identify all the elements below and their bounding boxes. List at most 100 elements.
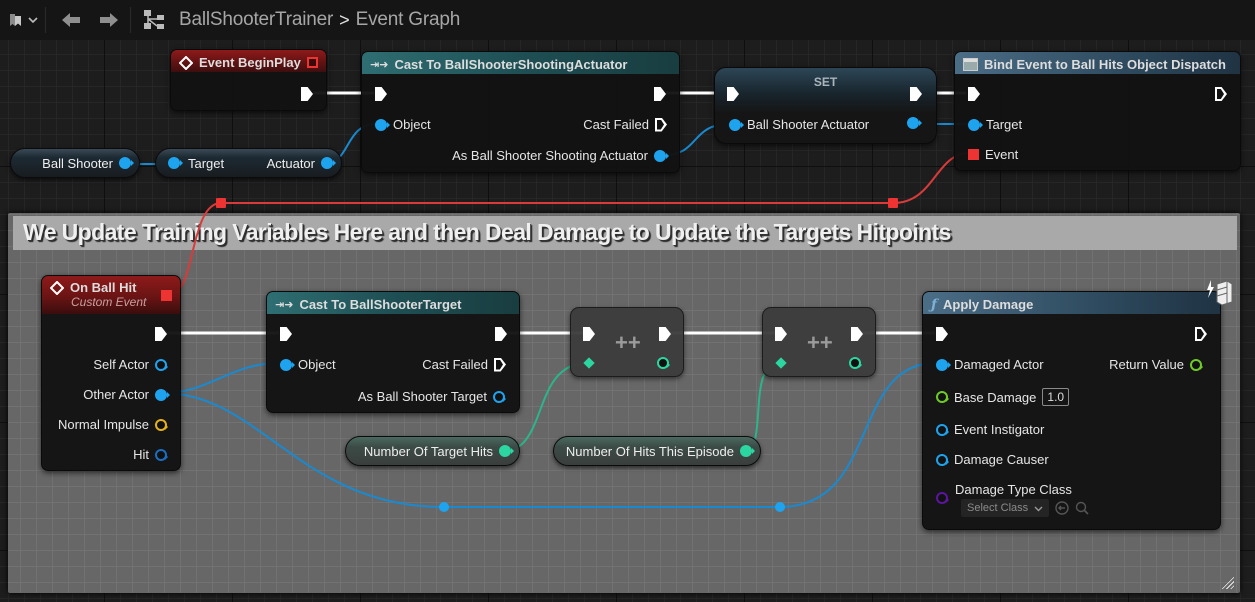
comment-title[interactable]: We Update Training Variables Here and th… [13, 216, 1237, 250]
increment-node[interactable]: ++ [570, 307, 684, 377]
number-of-target-hits-variable[interactable]: Number Of Target Hits [345, 436, 520, 466]
use-selected-icon[interactable] [1055, 501, 1069, 515]
value-out-pin[interactable] [907, 117, 922, 129]
resize-handle[interactable] [1220, 575, 1234, 589]
node-title: Event BeginPlay [199, 55, 301, 70]
exec-out-pin[interactable] [301, 87, 313, 101]
apply-damage-node[interactable]: ƒ Apply Damage Damaged Actor Return Valu… [922, 291, 1221, 530]
pin-label: Event Instigator [954, 422, 1045, 437]
base-damage-pin[interactable] [936, 391, 949, 403]
cast-failed-pin[interactable] [494, 358, 506, 372]
pin-label: Object [298, 357, 336, 372]
variable-label: Number Of Target Hits [363, 443, 493, 459]
breadcrumb-blueprint[interactable]: BallShooterTrainer [179, 9, 333, 31]
pin-label: Damaged Actor [954, 357, 1044, 372]
int-in-pin[interactable] [583, 357, 595, 369]
event-delegate-pin[interactable] [968, 149, 979, 160]
hit-pin[interactable] [155, 448, 168, 461]
ball-shooter-variable[interactable]: Ball Shooter [10, 148, 140, 178]
as-target-out-pin[interactable] [493, 390, 506, 403]
pin-label: Ball Shooter Actuator [747, 117, 870, 132]
event-beginplay-node[interactable]: Event BeginPlay [170, 49, 327, 111]
base-damage-input[interactable]: 1.0 [1042, 388, 1070, 406]
node-title: Apply Damage [943, 297, 1034, 312]
self-actor-pin[interactable] [155, 358, 168, 371]
exec-out-pin[interactable] [1195, 327, 1207, 341]
damaged-actor-pin[interactable] [936, 358, 951, 371]
function-icon: ƒ [931, 296, 938, 313]
search-icon[interactable] [1075, 501, 1089, 515]
pin-label: Normal Impulse [57, 417, 149, 432]
exec-in-pin[interactable] [280, 327, 292, 341]
object-in-pin[interactable] [375, 118, 390, 131]
pin-label: Damage Causer [954, 452, 1049, 467]
forward-button[interactable] [98, 11, 120, 29]
bookmark-button[interactable] [8, 12, 39, 28]
arrow-right-icon [100, 13, 118, 27]
exec-in-pin[interactable] [936, 327, 948, 341]
exec-in-pin[interactable] [375, 87, 387, 101]
divider [45, 7, 46, 33]
node-header: On Ball Hit Custom Event [42, 276, 180, 314]
exec-out-pin[interactable] [659, 327, 671, 341]
value-in-pin[interactable] [729, 118, 744, 131]
pin-label: Return Value [1109, 357, 1184, 372]
object-in-pin[interactable] [280, 358, 295, 371]
reroute-knot-delegate[interactable] [888, 198, 898, 208]
bind-event-node[interactable]: Bind Event to Ball Hits Object Dispatch … [954, 51, 1241, 171]
set-node[interactable]: SET Ball Shooter Actuator [714, 67, 937, 144]
breadcrumb-graph[interactable]: Event Graph [356, 9, 461, 31]
normal-impulse-pin[interactable] [155, 418, 168, 431]
exec-in-pin[interactable] [968, 87, 980, 101]
event-icon [179, 55, 193, 70]
int-out-pin[interactable] [499, 445, 514, 457]
pin-label: Event [985, 147, 1019, 162]
exec-out-pin[interactable] [910, 87, 922, 101]
object-out-pin[interactable] [119, 157, 134, 169]
exec-out-pin[interactable] [654, 87, 666, 101]
other-actor-pin[interactable] [155, 388, 170, 401]
return-value-pin[interactable] [1190, 358, 1203, 371]
pin-label: Damage Type Class [955, 482, 1072, 497]
reroute-knot-delegate[interactable] [216, 198, 226, 208]
bookmark-icon [10, 14, 21, 26]
pin-label: Other Actor [83, 387, 149, 402]
increment-node[interactable]: ++ [762, 307, 876, 377]
on-ball-hit-node[interactable]: On Ball Hit Custom Event Self Actor Othe… [41, 275, 181, 471]
exec-in-pin[interactable] [775, 327, 787, 341]
target-in-pin[interactable] [968, 118, 983, 131]
as-actuator-out-pin[interactable] [654, 149, 669, 162]
event-instigator-pin[interactable] [936, 423, 949, 436]
exec-in-pin[interactable] [583, 327, 595, 341]
exec-out-pin[interactable] [495, 327, 507, 341]
int-out-pin[interactable] [740, 445, 755, 457]
target-in-pin[interactable] [168, 157, 183, 169]
increment-operator: ++ [807, 330, 833, 355]
damage-type-class-pin[interactable] [936, 492, 949, 504]
actuator-out-pin[interactable] [321, 157, 336, 169]
pin-label: Cast Failed [422, 357, 488, 372]
exec-out-pin[interactable] [1215, 87, 1227, 101]
delegate-out-pin[interactable] [161, 290, 172, 301]
node-title: Bind Event to Ball Hits Object Dispatch [984, 57, 1226, 72]
exec-out-pin[interactable] [155, 327, 167, 341]
back-button[interactable] [60, 11, 82, 29]
breadcrumb-separator: > [339, 9, 350, 30]
cast-icon: ⇥➜ [370, 59, 389, 71]
exec-in-pin[interactable] [727, 87, 739, 101]
node-title: On Ball Hit [70, 280, 137, 295]
exec-out-pin[interactable] [851, 327, 863, 341]
cast-to-target-node[interactable]: ⇥➜ Cast To BallShooterTarget Object Cast… [266, 291, 520, 413]
number-of-hits-episode-variable[interactable]: Number Of Hits This Episode [553, 436, 761, 466]
get-actuator-node[interactable]: Target Actuator [155, 148, 342, 178]
cast-to-actuator-node[interactable]: ⇥➜ Cast To BallShooterShootingActuator O… [361, 51, 680, 173]
int-out-pin[interactable] [849, 357, 862, 369]
pin-label: Actuator [266, 155, 315, 171]
int-in-pin[interactable] [775, 357, 787, 369]
int-out-pin[interactable] [657, 357, 670, 369]
cast-failed-pin[interactable] [655, 118, 667, 132]
damage-causer-pin[interactable] [936, 453, 949, 466]
pin-label: Base Damage [954, 389, 1037, 405]
delegate-pin[interactable] [307, 57, 318, 68]
select-class-dropdown[interactable]: Select Class [961, 499, 1050, 517]
